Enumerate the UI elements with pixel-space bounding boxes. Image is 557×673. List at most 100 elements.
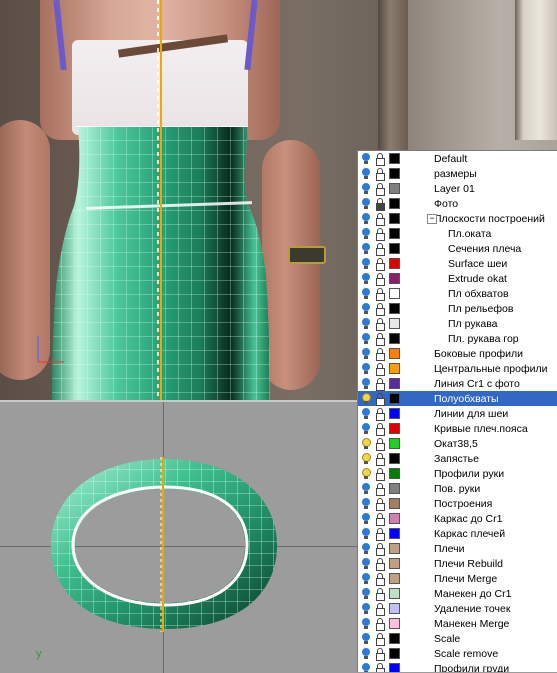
layer-color-swatch[interactable] (389, 348, 400, 359)
layer-color-swatch[interactable] (389, 543, 400, 554)
lock-open-icon[interactable] (375, 242, 385, 256)
layer-row[interactable]: Профили груди (358, 661, 557, 672)
layer-color-swatch[interactable] (389, 228, 400, 239)
visibility-bulb-icon[interactable] (361, 167, 371, 180)
layer-color-swatch[interactable] (389, 603, 400, 614)
lock-open-icon[interactable] (375, 587, 385, 601)
layer-color-swatch[interactable] (389, 303, 400, 314)
layer-color-swatch[interactable] (389, 393, 400, 404)
lock-open-icon[interactable] (375, 527, 385, 541)
layer-row[interactable]: Манекен до Сr1 (358, 586, 557, 601)
layer-color-swatch[interactable] (389, 498, 400, 509)
layer-color-swatch[interactable] (389, 258, 400, 269)
lock-open-icon[interactable] (375, 602, 385, 616)
visibility-bulb-icon[interactable] (361, 272, 371, 285)
layer-row[interactable]: Линии для шеи (358, 406, 557, 421)
visibility-bulb-icon[interactable] (361, 347, 371, 360)
visibility-bulb-icon[interactable] (361, 257, 371, 270)
visibility-bulb-icon[interactable] (361, 182, 371, 195)
lock-open-icon[interactable] (375, 377, 385, 391)
layer-color-swatch[interactable] (389, 333, 400, 344)
center-profile-line[interactable] (160, 0, 162, 400)
layer-color-swatch[interactable] (389, 438, 400, 449)
layer-color-swatch[interactable] (389, 168, 400, 179)
layer-row[interactable]: Scale remove (358, 646, 557, 661)
visibility-bulb-icon[interactable] (361, 467, 371, 480)
layer-row[interactable]: − Плоскости построений (358, 211, 557, 226)
visibility-bulb-icon[interactable] (361, 152, 371, 165)
layer-row[interactable]: Каркас до Сr1 (358, 511, 557, 526)
layer-row[interactable]: Surface шеи (358, 256, 557, 271)
visibility-bulb-icon[interactable] (361, 302, 371, 315)
layer-row[interactable]: Построения (358, 496, 557, 511)
layer-row[interactable]: Layer 01 (358, 181, 557, 196)
layer-color-swatch[interactable] (389, 453, 400, 464)
layer-color-swatch[interactable] (389, 558, 400, 569)
lock-open-icon[interactable] (375, 512, 385, 526)
layer-row[interactable]: Пов. руки (358, 481, 557, 496)
visibility-bulb-icon[interactable] (361, 452, 371, 465)
layer-row[interactable]: Линия Сr1 с фото (358, 376, 557, 391)
layer-row[interactable]: размеры (358, 166, 557, 181)
lock-open-icon[interactable] (375, 647, 385, 661)
visibility-bulb-icon[interactable] (361, 542, 371, 555)
layer-row[interactable]: Плечи Rebuild (358, 556, 557, 571)
layer-panel[interactable]: Default размеры Layer 01 Фото − Плоскости пос… (357, 150, 557, 672)
lock-open-icon[interactable] (375, 152, 385, 166)
lock-open-icon[interactable] (375, 467, 385, 481)
layer-color-swatch[interactable] (389, 633, 400, 644)
layer-row[interactable]: Плечи Merge (358, 571, 557, 586)
lock-open-icon[interactable] (375, 542, 385, 556)
visibility-bulb-icon[interactable] (361, 647, 371, 660)
visibility-bulb-icon[interactable] (361, 197, 371, 210)
layer-color-swatch[interactable] (389, 573, 400, 584)
layer-row[interactable]: Полуобхваты (358, 391, 557, 406)
layer-color-swatch[interactable] (389, 273, 400, 284)
layer-row[interactable]: Удаление точек (358, 601, 557, 616)
lock-open-icon[interactable] (375, 212, 385, 226)
visibility-bulb-icon[interactable] (361, 212, 371, 225)
visibility-bulb-icon[interactable] (361, 512, 371, 525)
layer-row[interactable]: Пл рукава (358, 316, 557, 331)
lock-open-icon[interactable] (375, 362, 385, 376)
layer-row[interactable]: Default (358, 151, 557, 166)
layer-color-swatch[interactable] (389, 513, 400, 524)
lock-open-icon[interactable] (375, 437, 385, 451)
visibility-bulb-icon[interactable] (361, 287, 371, 300)
visibility-bulb-icon[interactable] (361, 572, 371, 585)
layer-color-swatch[interactable] (389, 183, 400, 194)
layer-color-swatch[interactable] (389, 153, 400, 164)
layer-row[interactable]: Extrude okat (358, 271, 557, 286)
layer-color-swatch[interactable] (389, 213, 400, 224)
visibility-bulb-icon[interactable] (361, 587, 371, 600)
layer-row[interactable]: Профили руки (358, 466, 557, 481)
layer-row[interactable]: Центральные профили (358, 361, 557, 376)
layer-color-swatch[interactable] (389, 648, 400, 659)
lock-open-icon[interactable] (375, 452, 385, 466)
visibility-bulb-icon[interactable] (361, 407, 371, 420)
lock-open-icon[interactable] (375, 572, 385, 586)
lock-open-icon[interactable] (375, 167, 385, 181)
layer-row[interactable]: Scale (358, 631, 557, 646)
layer-row[interactable]: Пл. рукава гор (358, 331, 557, 346)
layer-color-swatch[interactable] (389, 243, 400, 254)
visibility-bulb-icon[interactable] (361, 527, 371, 540)
visibility-bulb-icon[interactable] (361, 242, 371, 255)
visibility-bulb-icon[interactable] (361, 362, 371, 375)
layer-color-swatch[interactable] (389, 483, 400, 494)
visibility-bulb-icon[interactable] (361, 227, 371, 240)
lock-open-icon[interactable] (375, 617, 385, 631)
lock-open-icon[interactable] (375, 317, 385, 331)
lock-open-icon[interactable] (375, 557, 385, 571)
collapse-toggle-icon[interactable]: − (427, 214, 437, 224)
layer-row[interactable]: Пл.оката (358, 226, 557, 241)
layer-color-swatch[interactable] (389, 588, 400, 599)
layer-row[interactable]: Каркас плечей (358, 526, 557, 541)
lock-open-icon[interactable] (375, 392, 385, 406)
lock-open-icon[interactable] (375, 332, 385, 346)
layer-color-swatch[interactable] (389, 198, 400, 209)
lock-open-icon[interactable] (375, 422, 385, 436)
layer-row[interactable]: Пл обхватов (358, 286, 557, 301)
visibility-bulb-icon[interactable] (361, 377, 371, 390)
lock-open-icon[interactable] (375, 182, 385, 196)
